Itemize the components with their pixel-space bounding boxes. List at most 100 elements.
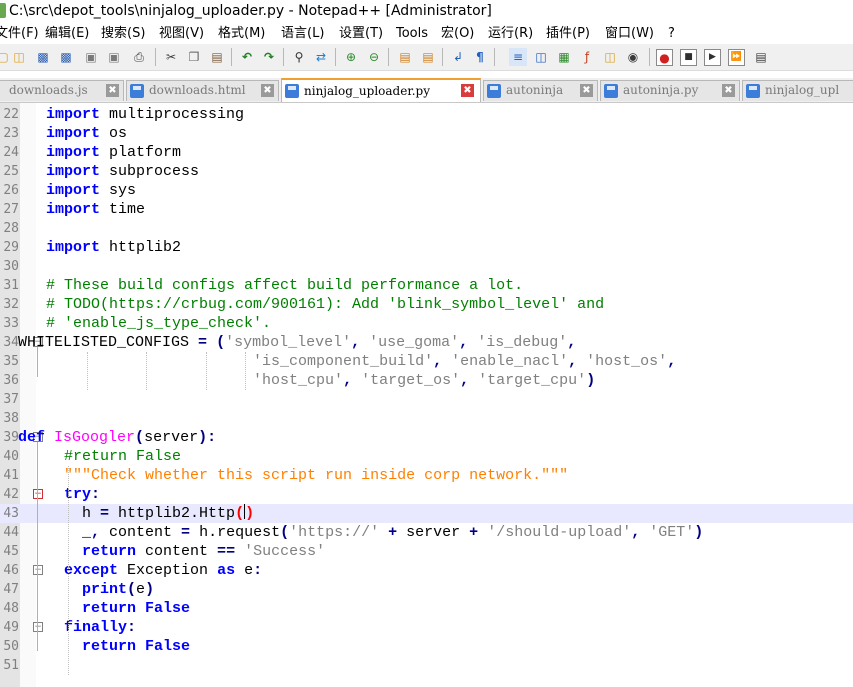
- play-macro-icon[interactable]: ▶: [704, 49, 721, 66]
- function-list-icon[interactable]: ƒ: [578, 48, 596, 66]
- code-text: import httplib2: [46, 239, 182, 256]
- redo-icon[interactable]: ↷: [260, 48, 278, 66]
- tab-ninjalog-uploader-py[interactable]: ninjalog_uploader.py ✖: [281, 78, 481, 102]
- undo-icon[interactable]: ↶: [238, 48, 256, 66]
- code-line[interactable]: 28: [0, 219, 853, 238]
- code-line[interactable]: 32 # TODO(https://crbug.com/900161): Add …: [0, 295, 853, 314]
- code-line[interactable]: 37: [0, 390, 853, 409]
- fold-toggle-icon[interactable]: −: [33, 565, 43, 575]
- line-number: 51: [3, 658, 19, 673]
- code-line[interactable]: 22 import multiprocessing: [0, 105, 853, 124]
- tab-downloads-js[interactable]: downloads.js ✖: [0, 80, 124, 101]
- code-line[interactable]: 36 'host_cpu', 'target_os', 'target_cpu'…: [0, 371, 853, 390]
- code-text: 'host_cpu', 'target_os', 'target_cpu'): [253, 372, 596, 389]
- save-all-icon[interactable]: ▩: [57, 48, 75, 66]
- menu-settings[interactable]: 设置(T): [339, 25, 383, 42]
- code-line[interactable]: 35 'is_component_build', 'enable_nacl', …: [0, 352, 853, 371]
- cut-icon[interactable]: ✂: [162, 48, 180, 66]
- replace-icon[interactable]: ⇄: [312, 48, 330, 66]
- copy-icon[interactable]: ❐: [185, 48, 203, 66]
- code-line[interactable]: 38: [0, 409, 853, 428]
- tab-downloads-html[interactable]: downloads.html ✖: [126, 80, 279, 101]
- record-macro-icon[interactable]: ●: [656, 49, 673, 66]
- line-number: 45: [3, 544, 19, 559]
- code-line[interactable]: 30: [0, 257, 853, 276]
- save-icon[interactable]: ▩: [34, 48, 52, 66]
- menu-format[interactable]: 格式(M): [218, 25, 265, 42]
- code-line[interactable]: 45 return content == 'Success': [0, 542, 853, 561]
- code-line[interactable]: 42 − try:: [0, 485, 853, 504]
- code-editor[interactable]: 22 import multiprocessing 23 import os 24 imp…: [0, 103, 853, 687]
- document-map-icon[interactable]: ▦: [555, 48, 573, 66]
- code-line[interactable]: 39− def IsGoogler(server):: [0, 428, 853, 447]
- close-icon[interactable]: ▣: [82, 48, 100, 66]
- code-line[interactable]: 49 − finally:: [0, 618, 853, 637]
- code-line[interactable]: 46 − except Exception as e:: [0, 561, 853, 580]
- code-line[interactable]: 41 """Check whether this script run insi…: [0, 466, 853, 485]
- save-status-icon: [285, 84, 299, 98]
- word-wrap-icon[interactable]: ↲: [449, 48, 467, 66]
- code-line[interactable]: 50 return False: [0, 637, 853, 656]
- menu-file[interactable]: 文件(F): [0, 25, 39, 42]
- line-number: 48: [3, 601, 19, 616]
- sync-vertical-icon[interactable]: ▤: [396, 48, 414, 66]
- code-line[interactable]: 31 # These build configs affect build per…: [0, 276, 853, 295]
- code-text: print(e): [82, 581, 155, 598]
- tab-label: ninjalog_uploader.py: [304, 84, 431, 98]
- find-icon[interactable]: ⚲: [290, 48, 308, 66]
- menu-help[interactable]: ?: [668, 25, 675, 42]
- line-number: 43: [3, 506, 19, 521]
- code-line[interactable]: 40 #return False: [0, 447, 853, 466]
- zoom-out-icon[interactable]: ⊖: [365, 48, 383, 66]
- line-number: 37: [3, 392, 19, 407]
- print-icon[interactable]: ⎙: [130, 48, 148, 66]
- code-line[interactable]: 44 _, content = h.request('https://' + s…: [0, 523, 853, 542]
- menu-plugins[interactable]: 插件(P): [546, 25, 590, 42]
- zoom-in-icon[interactable]: ⊕: [342, 48, 360, 66]
- menu-window[interactable]: 窗口(W): [605, 25, 654, 42]
- indent-guide-icon[interactable]: ≡: [509, 48, 527, 66]
- code-line[interactable]: 26 import sys: [0, 181, 853, 200]
- code-line[interactable]: 24 import platform: [0, 143, 853, 162]
- close-tab-icon[interactable]: ✖: [580, 84, 593, 97]
- run-macro-multiple-icon[interactable]: ⏩: [728, 49, 745, 66]
- menu-macro[interactable]: 宏(O): [441, 25, 474, 42]
- tab-autoninja-py[interactable]: autoninja.py ✖: [600, 80, 740, 101]
- stop-record-icon[interactable]: ■: [680, 49, 697, 66]
- toolbar-separator: [494, 48, 495, 66]
- code-line[interactable]: 29 import httplib2: [0, 238, 853, 257]
- tab-ninjalog-upl[interactable]: ninjalog_upl: [742, 80, 853, 101]
- user-defined-language-icon[interactable]: ◫: [532, 48, 550, 66]
- monitor-icon[interactable]: ◉: [624, 48, 642, 66]
- fold-toggle-icon[interactable]: −: [33, 489, 43, 499]
- menu-edit[interactable]: 编辑(E): [45, 25, 89, 42]
- code-line[interactable]: 27 import time: [0, 200, 853, 219]
- tab-autoninja[interactable]: autoninja ✖: [483, 80, 598, 101]
- show-all-chars-icon[interactable]: ¶: [471, 48, 489, 66]
- code-line[interactable]: 25 import subprocess: [0, 162, 853, 181]
- open-file-icon[interactable]: ◫: [10, 48, 28, 66]
- menu-view[interactable]: 视图(V): [159, 25, 204, 42]
- menu-run[interactable]: 运行(R): [488, 25, 533, 42]
- sync-horizontal-icon[interactable]: ▤: [419, 48, 437, 66]
- folder-as-workspace-icon[interactable]: ◫: [601, 48, 619, 66]
- code-line[interactable]: 47 print(e): [0, 580, 853, 599]
- save-macro-icon[interactable]: ▤: [752, 48, 770, 66]
- close-tab-icon[interactable]: ✖: [106, 84, 119, 97]
- code-line[interactable]: 48 return False: [0, 599, 853, 618]
- close-tab-icon[interactable]: ✖: [261, 84, 274, 97]
- close-tab-icon[interactable]: ✖: [461, 84, 474, 97]
- menu-language[interactable]: 语言(L): [281, 25, 324, 42]
- code-line[interactable]: 33 # 'enable_js_type_check'.: [0, 314, 853, 333]
- close-all-icon[interactable]: ▣: [105, 48, 123, 66]
- menu-search[interactable]: 搜索(S): [101, 25, 145, 42]
- code-line[interactable]: 34− WHITELISTED_CONFIGS = ('symbol_level'…: [0, 333, 853, 352]
- close-tab-icon[interactable]: ✖: [722, 84, 735, 97]
- paste-icon[interactable]: ▤: [208, 48, 226, 66]
- code-text: try:: [64, 486, 101, 503]
- code-line[interactable]: 43 h = httplib2.Http(): [0, 504, 853, 523]
- code-line[interactable]: 51: [0, 656, 853, 675]
- menu-tools[interactable]: Tools: [396, 25, 428, 42]
- code-line[interactable]: 23 import os: [0, 124, 853, 143]
- fold-toggle-icon[interactable]: −: [33, 622, 43, 632]
